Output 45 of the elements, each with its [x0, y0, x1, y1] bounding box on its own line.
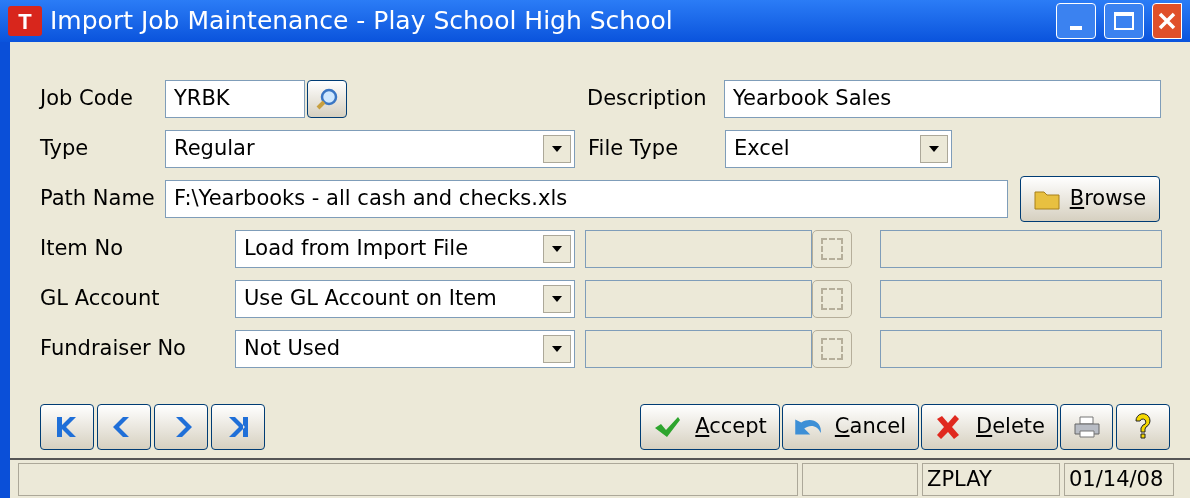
- source-dropdown[interactable]: Not Used: [235, 330, 575, 368]
- description-lookup-field[interactable]: [880, 230, 1162, 268]
- checkmark-icon: [653, 415, 682, 439]
- description-lookup-field[interactable]: [880, 280, 1162, 318]
- status-user: ZPLAY: [922, 463, 1060, 496]
- app-logo-icon: T: [8, 6, 42, 36]
- help-button[interactable]: [1116, 404, 1170, 450]
- undo-arrow-icon: [794, 418, 821, 436]
- path-name-field[interactable]: F:\Yearbooks - all cash and checks.xls: [165, 180, 1008, 218]
- minimize-button[interactable]: [1056, 3, 1096, 39]
- status-date: 01/14/08: [1064, 463, 1174, 496]
- description-field[interactable]: Yearbook Sales: [724, 80, 1161, 118]
- last-record-button[interactable]: [211, 404, 265, 450]
- field-label: File Type: [588, 135, 680, 163]
- close-button[interactable]: [1152, 3, 1182, 39]
- search-icon: [315, 87, 339, 111]
- file-type-dropdown[interactable]: Excel: [725, 130, 952, 168]
- browse-button[interactable]: Browse: [1020, 176, 1160, 222]
- field-label: Job Code: [40, 85, 134, 113]
- maximize-button[interactable]: [1104, 3, 1144, 39]
- field-label: Path Name: [40, 185, 156, 213]
- printer-icon: [1072, 415, 1101, 439]
- field-label: GL Account: [40, 285, 161, 313]
- cross-icon: [934, 414, 962, 440]
- print-button[interactable]: [1060, 404, 1113, 450]
- next-record-button[interactable]: [154, 404, 208, 450]
- cancel-button[interactable]: Cancel: [781, 404, 919, 450]
- field-label: Item No: [40, 235, 125, 263]
- delete-button[interactable]: Delete: [921, 404, 1058, 450]
- question-mark-icon: [1133, 413, 1153, 441]
- job-code-field[interactable]: YRBK: [165, 80, 305, 118]
- field-label: Fundraiser No: [40, 335, 187, 363]
- search-button[interactable]: [307, 80, 347, 118]
- window-title: Import Job Maintenance - Play School High School: [50, 5, 674, 38]
- accept-button[interactable]: Accept: [640, 404, 780, 450]
- first-record-button[interactable]: [40, 404, 94, 450]
- source-dropdown[interactable]: Use GL Account on Item: [235, 280, 575, 318]
- source-dropdown[interactable]: Load from Import File: [235, 230, 575, 268]
- type-dropdown[interactable]: Regular: [165, 130, 575, 168]
- close-icon: [1158, 12, 1176, 30]
- previous-record-button[interactable]: [97, 404, 151, 450]
- field-label: Description: [587, 85, 708, 113]
- field-label: Type: [40, 135, 90, 163]
- folder-icon: [1033, 188, 1062, 210]
- description-lookup-field[interactable]: [880, 330, 1162, 368]
